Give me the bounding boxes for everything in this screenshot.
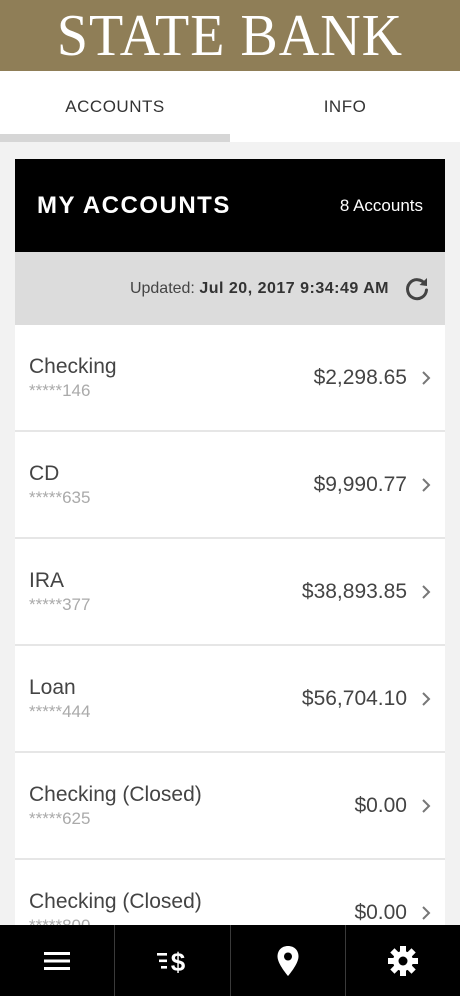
accounts-card-header: MY ACCOUNTS 8 Accounts <box>15 159 445 252</box>
location-pin-icon <box>276 945 300 977</box>
account-row-5[interactable]: Checking (Closed) *****625 $0.00 <box>15 753 445 860</box>
brand-title: STATE BANK <box>56 2 404 69</box>
account-number: *****635 <box>29 487 91 507</box>
account-name: Checking (Closed) <box>29 889 202 913</box>
account-row-3[interactable]: IRA *****377 $38,893.85 <box>15 539 445 646</box>
account-number: *****444 <box>29 701 91 721</box>
account-row-1[interactable]: Checking *****146 $2,298.65 <box>15 325 445 432</box>
transfer-money-icon: $ <box>155 944 189 978</box>
gear-icon <box>387 945 419 977</box>
updated-bar: Updated: Jul 20, 2017 9:34:49 AM <box>15 252 445 325</box>
account-name: CD <box>29 461 60 485</box>
updated-date: Jul 20, 2017 9:34:49 AM <box>199 279 389 297</box>
account-number: *****625 <box>29 808 91 828</box>
account-balance: $0.00 <box>354 793 407 817</box>
account-number: *****377 <box>29 594 91 614</box>
account-balance: $56,704.10 <box>301 686 407 710</box>
tab-info-label: INFO <box>323 96 367 116</box>
chevron-right-icon <box>421 477 431 492</box>
transfer-button[interactable]: $ <box>115 925 231 996</box>
account-balance: $2,298.65 <box>313 365 407 389</box>
brand-header: STATE BANK <box>0 0 460 71</box>
account-number: *****146 <box>29 380 91 400</box>
menu-button[interactable] <box>0 925 116 996</box>
account-name: IRA <box>29 568 65 592</box>
tab-info[interactable]: INFO <box>230 71 460 142</box>
account-row-4[interactable]: Loan *****444 $56,704.10 <box>15 646 445 753</box>
tab-accounts[interactable]: ACCOUNTS <box>0 71 230 142</box>
bottom-nav: $ <box>0 925 460 996</box>
chevron-right-icon <box>421 798 431 813</box>
chevron-right-icon <box>421 691 431 706</box>
menu-icon <box>43 950 71 972</box>
tab-bar: ACCOUNTS INFO <box>0 71 460 142</box>
updated-text: Updated: Jul 20, 2017 9:34:49 AM <box>130 280 389 298</box>
chevron-right-icon <box>421 905 431 920</box>
account-name: Checking (Closed) <box>29 782 202 806</box>
card-title: MY ACCOUNTS <box>37 191 231 219</box>
accounts-count: 8 Accounts <box>339 195 423 215</box>
chevron-right-icon <box>421 584 431 599</box>
locations-button[interactable] <box>231 925 346 996</box>
account-balance: $9,990.77 <box>313 472 407 496</box>
app-screen: STATE BANK ACCOUNTS INFO MY ACCOUNTS 8 A… <box>0 0 460 996</box>
tab-accounts-label: ACCOUNTS <box>65 96 165 116</box>
accounts-list: Checking *****146 $2,298.65 CD *****635 … <box>15 325 445 967</box>
chevron-right-icon <box>421 370 431 385</box>
updated-label: Updated: <box>129 279 195 297</box>
svg-text:$: $ <box>171 947 186 977</box>
refresh-icon[interactable] <box>403 275 431 303</box>
account-balance: $0.00 <box>354 900 407 924</box>
account-name: Loan <box>29 675 76 699</box>
settings-button[interactable] <box>346 925 460 996</box>
accounts-card: MY ACCOUNTS 8 Accounts Updated: Jul 20, … <box>15 159 445 967</box>
account-name: Checking <box>29 354 117 378</box>
account-row-2[interactable]: CD *****635 $9,990.77 <box>15 432 445 539</box>
account-balance: $38,893.85 <box>301 579 407 603</box>
